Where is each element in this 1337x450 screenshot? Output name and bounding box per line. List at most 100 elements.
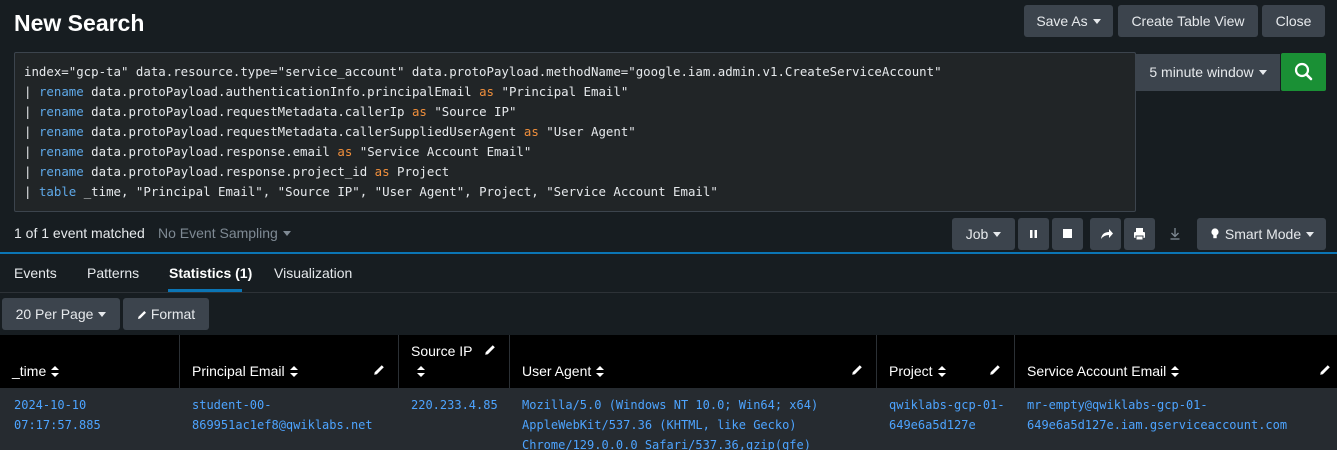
- pencil-icon: [137, 311, 146, 319]
- cell-line: 869951ac1ef8@qwiklabs.net: [192, 418, 373, 432]
- cell-line: student-00-: [192, 398, 272, 412]
- sort-icon: [289, 366, 298, 377]
- cell-line: 220.233.4.85: [411, 398, 498, 412]
- events-matched-count: 1 of 1 event matched: [14, 225, 145, 241]
- alias: "Service Account Email": [359, 144, 532, 159]
- tab-statistics[interactable]: Statistics (1): [169, 265, 252, 281]
- search-mode-dropdown[interactable]: Smart Mode: [1197, 218, 1326, 250]
- command-keyword: rename: [38, 104, 84, 119]
- query-line: | rename data.protoPayload.response.emai…: [24, 142, 1126, 162]
- pause-button[interactable]: [1018, 218, 1049, 250]
- export-button[interactable]: [1162, 218, 1188, 250]
- query-line: | rename data.protoPayload.requestMetada…: [24, 122, 1126, 142]
- pencil-icon[interactable]: [373, 364, 385, 376]
- column-header-principal-email[interactable]: Principal Email: [180, 335, 399, 388]
- search-mode-label: Smart Mode: [1224, 226, 1302, 242]
- column-header-service-account-email[interactable]: Service Account Email: [1015, 335, 1337, 388]
- event-sampling-dropdown[interactable]: No Event Sampling: [158, 225, 291, 241]
- field-name: data.protoPayload.requestMetadata.caller…: [91, 104, 405, 119]
- job-label: Job: [965, 226, 989, 242]
- pipe: |: [24, 84, 32, 99]
- cell-line: Mozilla/5.0 (Windows NT 10.0; Win64; x64…: [522, 398, 819, 412]
- divider: [0, 252, 1337, 254]
- tab-visualization[interactable]: Visualization: [274, 265, 352, 281]
- cell-line: qwiklabs-gcp-01-: [889, 398, 1005, 412]
- cell-line: Chrome/129.0.0.0 Safari/537.36,gzip(gfe): [522, 438, 811, 450]
- chevron-down-icon: [993, 231, 1002, 237]
- print-icon: [1134, 228, 1145, 241]
- share-button[interactable]: [1090, 218, 1121, 250]
- tab-events[interactable]: Events: [14, 265, 57, 281]
- column-header-label: Source IP: [411, 341, 472, 381]
- search-query-editor[interactable]: index="gcp-ta" data.resource.type="servi…: [14, 52, 1136, 212]
- job-menu-button[interactable]: Job: [952, 218, 1015, 250]
- pencil-icon[interactable]: [484, 344, 496, 356]
- pause-icon: [1030, 230, 1037, 238]
- chevron-down-icon: [98, 311, 107, 317]
- field-name: data.protoPayload.response.email: [91, 144, 330, 159]
- cell-line: 2024-10-10: [14, 398, 87, 412]
- pipe: |: [24, 104, 32, 119]
- format-button[interactable]: Format: [123, 298, 209, 330]
- per-page-label: 20 Per Page: [15, 306, 94, 322]
- column-title: User Agent: [522, 363, 592, 379]
- close-button[interactable]: Close: [1262, 5, 1325, 37]
- cell-time[interactable]: 2024-10-10 07:17:57.885: [14, 395, 101, 435]
- command-keyword: rename: [38, 144, 84, 159]
- sort-icon: [417, 366, 425, 377]
- pipe: |: [24, 124, 32, 139]
- sort-icon: [51, 366, 60, 377]
- time-range-label: 5 minute window: [1149, 64, 1254, 80]
- chevron-down-icon: [1258, 69, 1267, 75]
- column-header-label: _time: [12, 363, 60, 379]
- field-name: data.protoPayload.requestMetadata.caller…: [91, 124, 517, 139]
- query-line: | rename data.protoPayload.response.proj…: [24, 162, 1126, 182]
- pipe: |: [24, 184, 32, 199]
- cell-principal-email[interactable]: student-00- 869951ac1ef8@qwiklabs.net: [192, 395, 373, 435]
- pencil-icon[interactable]: [989, 364, 1001, 376]
- search-button[interactable]: [1281, 53, 1326, 91]
- column-title: Source IP: [411, 343, 473, 359]
- column-header-user-agent[interactable]: User Agent: [510, 335, 877, 388]
- as-keyword: as: [411, 104, 427, 119]
- table-header: _time Principal Email Source IP User Age…: [0, 335, 1337, 388]
- cell-user-agent[interactable]: Mozilla/5.0 (Windows NT 10.0; Win64; x64…: [522, 395, 818, 450]
- column-header-project[interactable]: Project: [877, 335, 1015, 388]
- column-header-label: User Agent: [522, 363, 605, 379]
- column-title: Service Account Email: [1027, 363, 1167, 379]
- page-title: New Search: [14, 10, 145, 36]
- chevron-down-icon: [282, 230, 291, 236]
- cell-line: AppleWebKit/537.36 (KHTML, like Gecko): [522, 418, 797, 432]
- chevron-down-icon: [1306, 231, 1315, 237]
- command-keyword: rename: [38, 164, 84, 179]
- pencil-icon[interactable]: [851, 364, 863, 376]
- tab-patterns[interactable]: Patterns: [87, 265, 139, 281]
- create-table-view-button[interactable]: Create Table View: [1118, 5, 1258, 37]
- pencil-icon[interactable]: [1319, 364, 1331, 376]
- cell-project[interactable]: qwiklabs-gcp-01- 649e6a5d127e: [889, 395, 1005, 435]
- query-line: | table _time, "Principal Email", "Sourc…: [24, 182, 1126, 202]
- sort-icon: [596, 366, 605, 377]
- sort-icon: [1171, 366, 1180, 377]
- column-title: Project: [889, 363, 933, 379]
- query-line: index="gcp-ta" data.resource.type="servi…: [24, 64, 942, 79]
- stop-button[interactable]: [1052, 218, 1083, 250]
- cell-line: 649e6a5d127e.iam.gserviceaccount.com: [1027, 418, 1288, 432]
- save-as-button[interactable]: Save As: [1024, 5, 1113, 37]
- query-line: | rename data.protoPayload.authenticatio…: [24, 82, 1126, 102]
- as-keyword: as: [523, 124, 539, 139]
- as-keyword: as: [337, 144, 353, 159]
- column-header-source-ip[interactable]: Source IP: [399, 335, 510, 388]
- command-keyword: table: [38, 184, 77, 199]
- cell-source-ip[interactable]: 220.233.4.85: [411, 395, 498, 415]
- column-header-time[interactable]: _time: [0, 335, 180, 388]
- cell-service-account-email[interactable]: mr-empty@qwiklabs-gcp-01- 649e6a5d127e.i…: [1027, 395, 1287, 435]
- time-range-picker[interactable]: 5 minute window: [1136, 54, 1280, 91]
- print-button[interactable]: [1124, 218, 1155, 250]
- column-header-label: Principal Email: [192, 363, 298, 379]
- app-header: New Search Save As Create Table View Clo…: [0, 0, 1337, 48]
- download-icon: [1170, 228, 1180, 240]
- per-page-dropdown[interactable]: 20 Per Page: [2, 298, 120, 330]
- format-label: Format: [150, 306, 196, 322]
- cell-line: mr-empty@qwiklabs-gcp-01-: [1027, 398, 1208, 412]
